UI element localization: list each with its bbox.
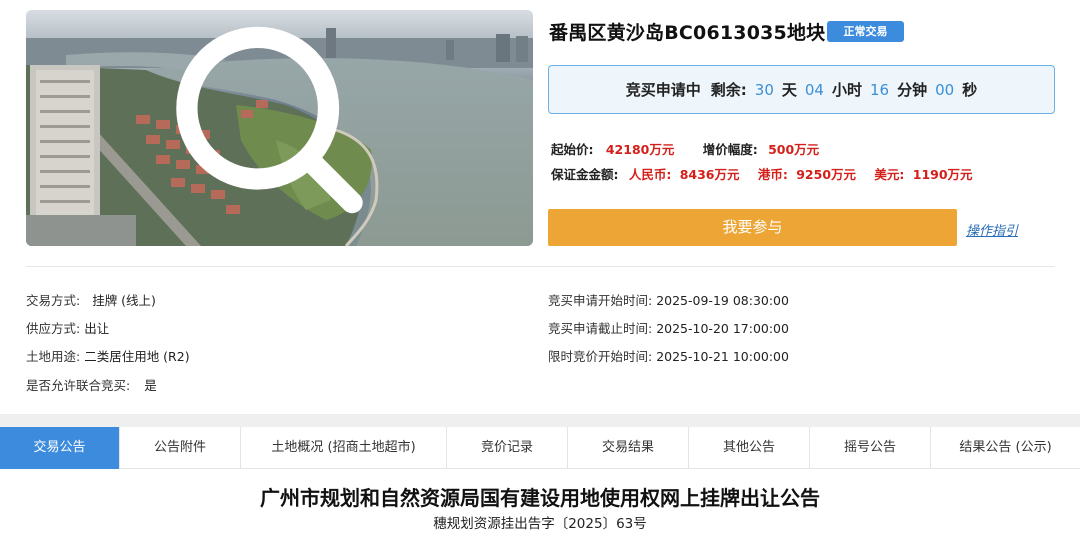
countdown-days: 30 <box>754 80 774 99</box>
tab-trade-announcement[interactable]: 交易公告 <box>0 427 120 469</box>
countdown-status: 竞买申请中 <box>625 81 701 99</box>
tab-bar: 交易公告 公告附件 土地概况 (招商土地超市) 竞价记录 交易结果 其他公告 摇… <box>0 427 1080 469</box>
rmb-value: 8436万元 <box>679 167 740 182</box>
detail-apply-start: 竞买申请开始时间: 2025-09-19 08:30:00 <box>548 290 789 309</box>
announcement-doc-no: 穗规划资源挂出告字〔2025〕63号 <box>433 516 647 532</box>
join-button[interactable]: 我要参与 <box>548 209 957 246</box>
tab-lottery-announcement[interactable]: 摇号公告 <box>810 427 931 469</box>
countdown-hours: 04 <box>804 80 824 99</box>
countdown-remaining-label: 剩余: <box>710 81 747 99</box>
guide-link[interactable]: 操作指引 <box>966 220 1018 239</box>
detail-joint-bid: 是否允许联合竞买: 是 <box>26 375 157 394</box>
countdown-seconds-unit: 秒 <box>962 81 978 99</box>
countdown-box: 竞买申请中 剩余: 30 天 04 小时 16 分钟 00 秒 <box>548 65 1055 114</box>
increment-value: 500万元 <box>768 142 820 157</box>
price-row-start: 起始价: 42180万元 增价幅度: 500万元 <box>551 139 819 158</box>
countdown-days-unit: 天 <box>781 81 797 99</box>
parcel-title: 番禺区黄沙岛BC0613035地块 <box>549 22 826 44</box>
parcel-photo[interactable] <box>26 10 533 246</box>
announcement-title: 广州市规划和自然资源局国有建设用地使用权网上挂牌出让公告 <box>260 486 820 510</box>
status-badge: 正常交易 <box>827 21 904 42</box>
detail-key: 土地用途: <box>26 349 81 364</box>
deposit-label: 保证金金额: <box>551 167 619 182</box>
detail-trade-method: 交易方式: 挂牌 (线上) <box>26 290 156 309</box>
start-price-label: 起始价: <box>551 142 594 157</box>
price-row-deposit: 保证金金额: 人民币: 8436万元 港币: 9250万元 美元: 1190万元 <box>551 164 973 183</box>
countdown-hours-unit: 小时 <box>831 81 862 99</box>
usd-label: 美元: <box>874 167 905 182</box>
tab-trade-results[interactable]: 交易结果 <box>568 427 689 469</box>
detail-land-use: 土地用途: 二类居住用地 (R2) <box>26 346 190 365</box>
detail-key: 供应方式: <box>26 321 81 336</box>
detail-value: 挂牌 (线上) <box>92 293 156 308</box>
hkd-label: 港币: <box>757 167 788 182</box>
detail-supply-method: 供应方式: 出让 <box>26 318 109 337</box>
detail-value: 2025-10-21 10:00:00 <box>656 349 789 364</box>
countdown-minutes: 16 <box>870 80 890 99</box>
detail-value: 二类居住用地 (R2) <box>84 349 190 364</box>
tab-other-announcements[interactable]: 其他公告 <box>689 427 810 469</box>
detail-value: 2025-09-19 08:30:00 <box>656 293 789 308</box>
tab-land-overview[interactable]: 土地概况 (招商土地超市) <box>241 427 447 469</box>
divider <box>26 266 1055 267</box>
detail-key: 限时竞价开始时间: <box>548 349 653 364</box>
countdown-minutes-unit: 分钟 <box>897 81 928 99</box>
detail-bidding-start: 限时竞价开始时间: 2025-10-21 10:00:00 <box>548 346 789 365</box>
detail-key: 竞买申请开始时间: <box>548 293 653 308</box>
tab-result-announcement[interactable]: 结果公告 (公示) <box>931 427 1080 469</box>
tab-bid-records[interactable]: 竞价记录 <box>447 427 568 469</box>
hkd-value: 9250万元 <box>796 167 857 182</box>
section-separator <box>0 414 1080 427</box>
detail-key: 交易方式: <box>26 293 81 308</box>
detail-value: 2025-10-20 17:00:00 <box>656 321 789 336</box>
countdown-seconds: 00 <box>935 80 955 99</box>
start-price-value: 42180万元 <box>605 142 675 157</box>
detail-key: 竞买申请截止时间: <box>548 321 653 336</box>
detail-value: 是 <box>144 378 157 393</box>
detail-key: 是否允许联合竞买: <box>26 378 131 393</box>
tab-attachments[interactable]: 公告附件 <box>120 427 241 469</box>
increment-label: 增价幅度: <box>702 142 758 157</box>
detail-value: 出让 <box>84 321 110 336</box>
usd-value: 1190万元 <box>912 167 973 182</box>
search-icon[interactable] <box>26 10 523 238</box>
rmb-label: 人民币: <box>628 167 672 182</box>
detail-apply-end: 竞买申请截止时间: 2025-10-20 17:00:00 <box>548 318 789 337</box>
